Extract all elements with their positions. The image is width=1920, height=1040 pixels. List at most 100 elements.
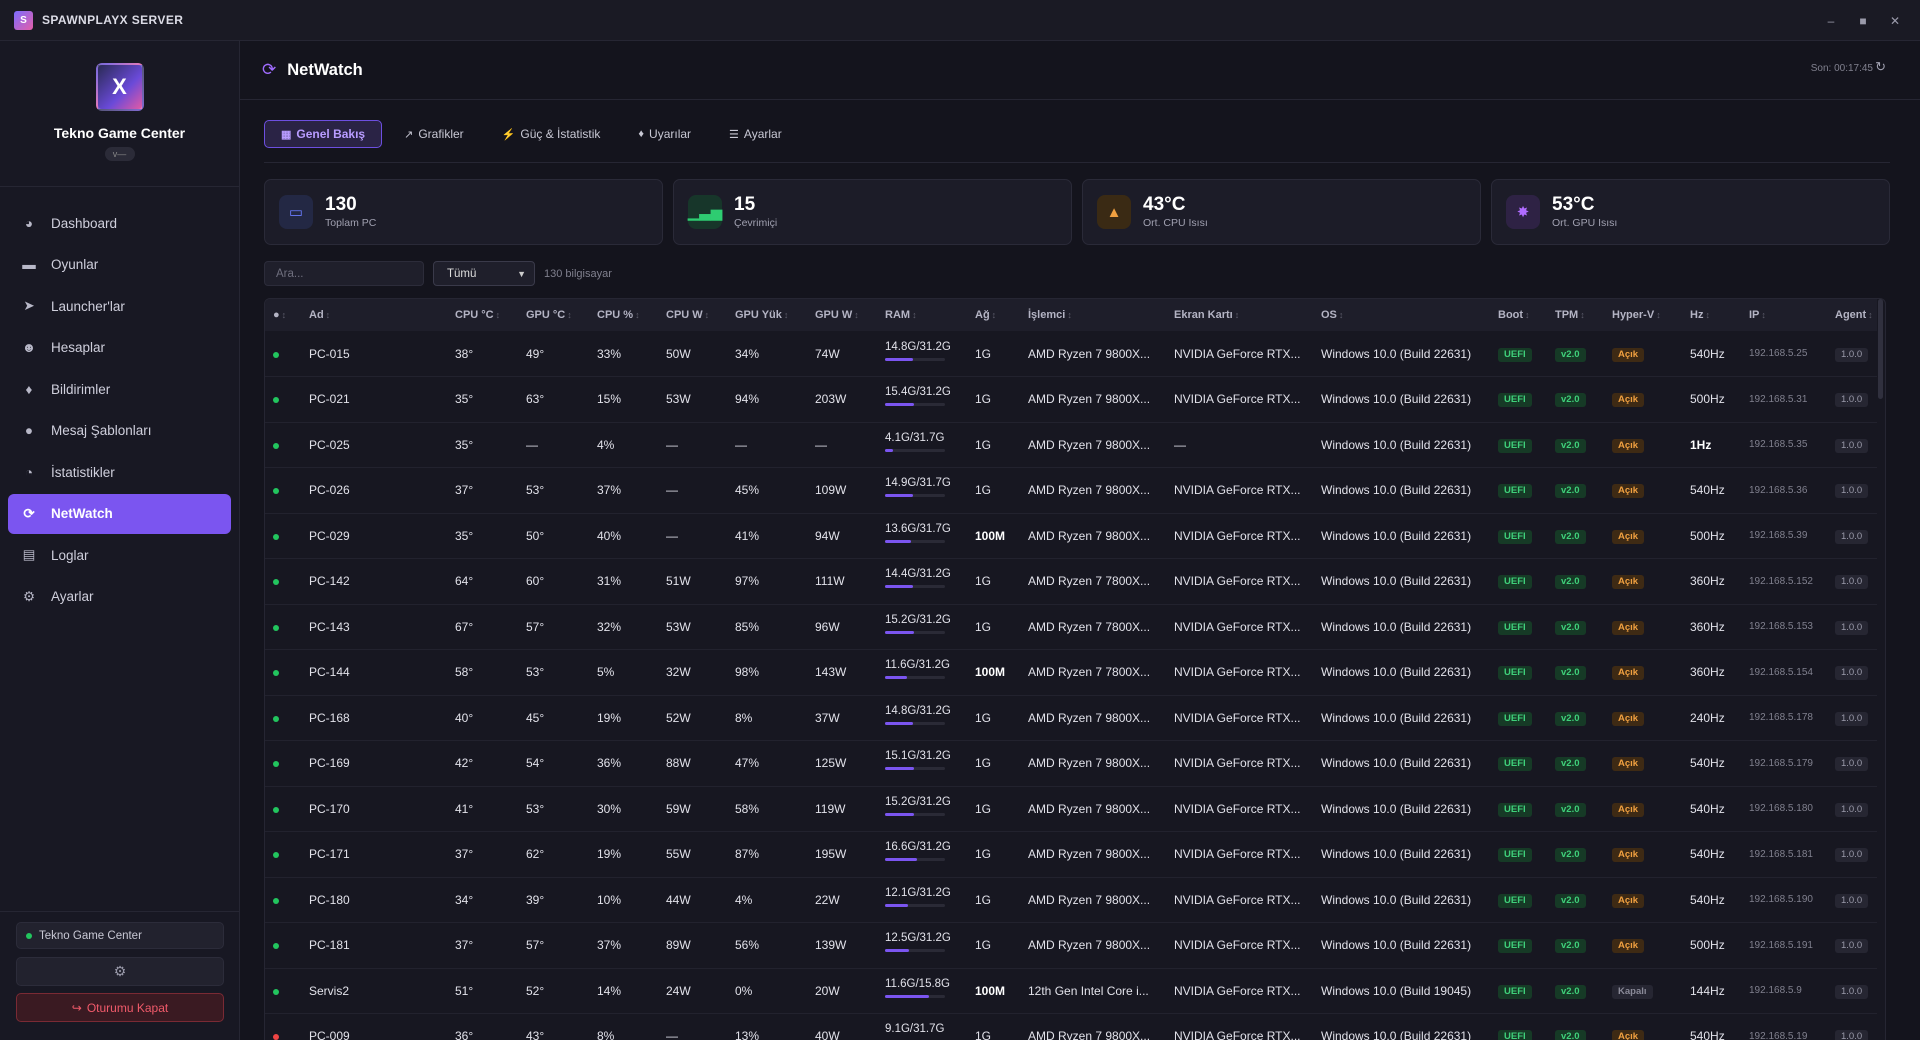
agent-cell: 1.0.0 — [1827, 513, 1877, 559]
table-row[interactable]: PC-029 35° 50° 40% — 41% 94W 13.6G/31.7G 100M AMD… — [265, 513, 1877, 559]
cpu-model-cell: AMD Ryzen 7 9800X... — [1028, 392, 1151, 407]
sidebar-item-launcher-lar[interactable]: ➤ Launcher'lar — [8, 286, 231, 326]
status-filter-select[interactable]: Tümü ▼ — [433, 261, 535, 286]
hyperv-badge: Açık — [1612, 347, 1645, 362]
hyperv-badge: Açık — [1612, 939, 1645, 954]
tpm-cell: v2.0 — [1547, 468, 1604, 514]
table-row[interactable]: Servis2 51° 52° 14% 24W 0% 20W 11.6G/15.8G 100M 1… — [265, 968, 1877, 1014]
table-row[interactable]: PC-181 37° 57° 37% 89W 56% 139W 12.5G/31.2G 1G AM… — [265, 923, 1877, 969]
column-header[interactable]: Ağ ↕ — [967, 299, 1020, 331]
ram-cell: 14.9G/31.7G — [877, 468, 967, 514]
boot-badge: UEFI — [1498, 848, 1532, 863]
minimize-icon[interactable]: – — [1824, 14, 1838, 28]
table-row[interactable]: PC-168 40° 45° 19% 52W 8% 37W 14.8G/31.2G 1G AMD … — [265, 695, 1877, 741]
column-header[interactable]: İşlemci ↕ — [1020, 299, 1166, 331]
column-header[interactable]: Boot ↕ — [1490, 299, 1547, 331]
tab-4[interactable]: ♦ Uyarılar — [622, 120, 707, 148]
cpu-watt-cell: 44W — [666, 892, 691, 907]
table-row[interactable]: PC-026 37° 53° 37% — 45% 109W 14.9G/31.7G 1G AMD … — [265, 468, 1877, 514]
agent-cell: 1.0.0 — [1827, 604, 1877, 650]
name-cell: PC-009 — [309, 1029, 350, 1040]
gpu-model-cell: NVIDIA GeForce RTX... — [1174, 710, 1301, 725]
refresh-rate-cell: 540Hz — [1690, 483, 1725, 498]
ram-bar — [885, 448, 945, 452]
table-icon: ▦ — [281, 128, 292, 141]
sidebar-item-ayarlar[interactable]: ⚙ Ayarlar — [8, 577, 231, 617]
settings-button[interactable]: ⚙ — [16, 957, 224, 986]
search-input[interactable] — [264, 261, 424, 286]
sidebar-item-hesaplar[interactable]: ☻ Hesaplar — [8, 328, 231, 368]
cpu-temp-cell: 36° — [455, 1029, 474, 1040]
logout-button[interactable]: ↪ Oturumu Kapat — [16, 993, 224, 1022]
ram-bar-fill — [885, 767, 914, 771]
page-title: NetWatch — [287, 60, 363, 79]
column-header[interactable]: Ad ↕ — [301, 299, 447, 331]
status-cell — [265, 923, 301, 969]
table-row[interactable]: PC-143 67° 57° 32% 53W 85% 96W 15.2G/31.2G 1G AMD… — [265, 604, 1877, 650]
column-header[interactable]: CPU % ↕ — [589, 299, 658, 331]
sidebar-item-oyunlar[interactable]: ▬ Oyunlar — [8, 245, 231, 285]
column-header[interactable]: GPU °C ↕ — [518, 299, 589, 331]
column-header[interactable]: Hz ↕ — [1682, 299, 1741, 331]
close-icon[interactable]: ✕ — [1888, 14, 1902, 28]
column-header[interactable]: Ekran Kartı ↕ — [1166, 299, 1313, 331]
column-header[interactable]: GPU W ↕ — [807, 299, 877, 331]
column-header[interactable]: Hyper-V ↕ — [1604, 299, 1682, 331]
sidebar-item-dashboard[interactable]: ◕ Dashboard — [8, 203, 231, 243]
table-scrollbar[interactable] — [1878, 299, 1883, 399]
cpu-percent-cell: 31% — [597, 574, 622, 589]
table-row[interactable]: PC-015 38° 49° 33% 50W 34% 74W 14.8G/31.2G 1G AMD… — [265, 331, 1877, 377]
cpu-temp-cell: 37° — [455, 847, 474, 862]
table-row[interactable]: PC-171 37° 62° 19% 55W 87% 195W 16.6G/31.2G 1G AM… — [265, 832, 1877, 877]
ram-value: 12.5G/31.2G — [885, 932, 951, 945]
tabs-divider — [264, 162, 1890, 163]
table-row[interactable]: PC-170 41° 53° 30% 59W 58% 119W 15.2G/31.2G 1G AM… — [265, 786, 1877, 832]
gpu-load-cell: 56% — [735, 938, 760, 953]
cpu-watt-cell: — — [666, 483, 678, 498]
sidebar-item-bildirimler[interactable]: ♦ Bildirimler — [8, 369, 231, 409]
column-header[interactable]: TPM ↕ — [1547, 299, 1604, 331]
agent-badge: 1.0.0 — [1835, 1030, 1869, 1040]
name-cell: PC-143 — [309, 619, 350, 634]
gpu-watt-cell: 96W — [815, 619, 840, 634]
column-header[interactable]: CPU W ↕ — [658, 299, 727, 331]
column-header[interactable]: ● ↕ — [265, 299, 301, 331]
tab-5[interactable]: ☰ Ayarlar — [713, 120, 798, 148]
tpm-badge: v2.0 — [1555, 666, 1586, 681]
maximize-icon[interactable]: ■ — [1856, 14, 1870, 28]
status-dot — [273, 488, 279, 495]
sidebar-item-loglar[interactable]: ▤ Loglar — [8, 535, 231, 575]
tab-3[interactable]: ⚡ Güç & İstatistik — [486, 120, 617, 148]
ram-value: 11.6G/31.2G — [885, 659, 950, 672]
hyperv-cell: Açık — [1604, 650, 1682, 696]
column-header[interactable]: RAM ↕ — [877, 299, 967, 331]
table-row[interactable]: PC-021 35° 63° 15% 53W 94% 203W 15.4G/31.2G 1G AM… — [265, 377, 1877, 422]
table-row[interactable]: PC-142 64° 60° 31% 51W 97% 111W 14.4G/31.2G 1G AM… — [265, 559, 1877, 604]
sidebar-nav: ◕ Dashboard ▬ Oyunlar ➤ Launcher'lar ☻ Hesaplar… — [0, 187, 239, 617]
tab-label: Grafikler — [418, 127, 464, 141]
tab-2[interactable]: ↗ Grafikler — [388, 120, 480, 148]
sidebar-item-i-statistikler[interactable]: ◔ İstatistikler — [8, 452, 231, 492]
table-row[interactable]: PC-169 42° 54° 36% 88W 47% 125W 15.1G/31.2G 1G AM… — [265, 741, 1877, 786]
network-cell: 100M — [975, 665, 1006, 680]
sidebar-item-netwatch[interactable]: ⟳ NetWatch — [8, 493, 231, 534]
tpm-cell: v2.0 — [1547, 650, 1604, 696]
agent-badge: 1.0.0 — [1835, 620, 1869, 635]
column-header[interactable]: OS ↕ — [1313, 299, 1490, 331]
table-row[interactable]: PC-144 58° 53° 5% 32W 98% 143W 11.6G/31.2G 100M A… — [265, 650, 1877, 696]
ram-value: 14.8G/31.2G — [885, 704, 951, 717]
tab-1[interactable]: ▦ Genel Bakış — [264, 120, 383, 148]
refresh-icon[interactable]: ↻ — [1875, 59, 1886, 75]
column-header[interactable]: Agent ↕ — [1827, 299, 1877, 331]
name-cell: PC-181 — [309, 938, 350, 953]
cpu-temp-cell: 35° — [455, 437, 474, 452]
column-header[interactable]: IP ↕ — [1741, 299, 1827, 331]
table-row[interactable]: PC-180 34° 39° 10% 44W 4% 22W 12.1G/31.2G 1G AMD … — [265, 877, 1877, 923]
column-header[interactable]: CPU °C ↕ — [447, 299, 518, 331]
column-label: IP — [1749, 309, 1760, 321]
sort-icon: ↕ — [854, 310, 859, 320]
sidebar-item-mesaj-ablonlar-[interactable]: ● Mesaj Şablonları — [8, 411, 231, 451]
table-row[interactable]: PC-009 36° 43° 8% — 13% 40W 9.1G/31.7G 1G AMD Ryz… — [265, 1014, 1877, 1040]
column-header[interactable]: GPU Yük ↕ — [727, 299, 807, 331]
table-row[interactable]: PC-025 35° — 4% — — — 4.1G/31.7G 1G AMD Ryzen 7 9… — [265, 422, 1877, 468]
